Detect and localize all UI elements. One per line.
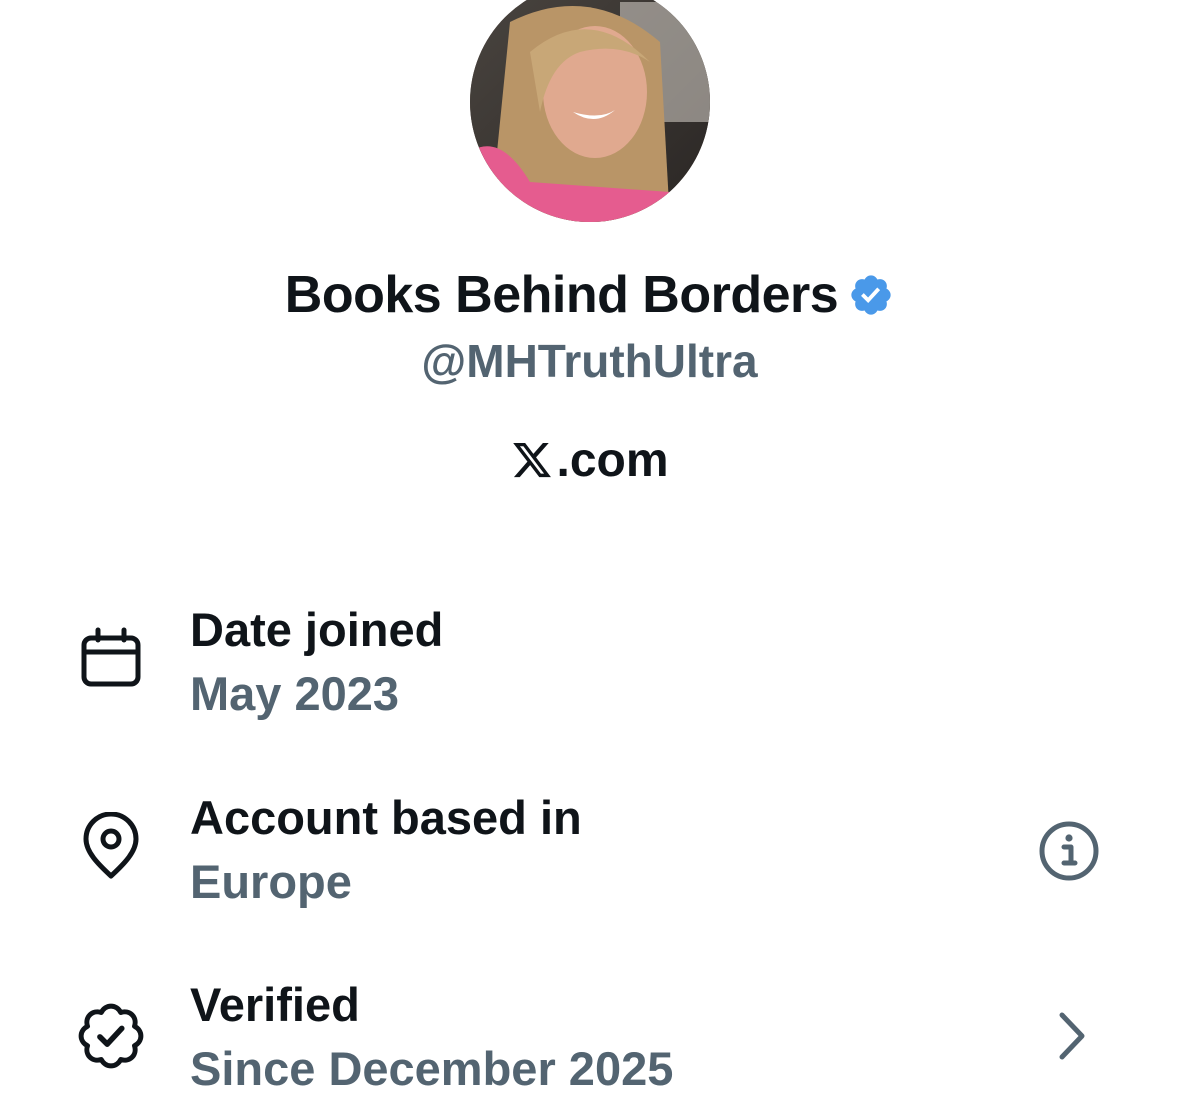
- chevron-right-icon[interactable]: [1036, 1001, 1106, 1071]
- profile-handle: @MHTruthUltra: [421, 335, 758, 387]
- detail-value: Since December 2025: [190, 1042, 674, 1095]
- detail-value: Europe: [190, 855, 352, 908]
- x-logo-icon: [513, 442, 552, 478]
- website-link[interactable]: .com: [0, 430, 1179, 490]
- display-name: Books Behind Borders: [284, 266, 839, 324]
- detail-row-verified[interactable]: Verified Since December 2025: [0, 977, 1179, 1117]
- detail-title: Date joined: [190, 603, 444, 656]
- info-icon[interactable]: [1034, 816, 1104, 886]
- detail-row-account-based-in: Account based in Europe: [0, 790, 1179, 930]
- profile-avatar[interactable]: [470, 0, 710, 222]
- verified-badge-icon[interactable]: [848, 272, 894, 318]
- detail-title: Verified: [190, 978, 360, 1031]
- display-name-row: Books Behind Borders: [0, 262, 1179, 328]
- verified-badge-icon: [76, 1001, 146, 1071]
- detail-row-date-joined: Date joined May 2023: [0, 602, 1179, 742]
- website-text: .com: [556, 433, 669, 487]
- calendar-icon: [76, 624, 146, 694]
- location-pin-icon: [76, 812, 146, 882]
- detail-title: Account based in: [190, 791, 582, 844]
- detail-value: May 2023: [190, 667, 400, 720]
